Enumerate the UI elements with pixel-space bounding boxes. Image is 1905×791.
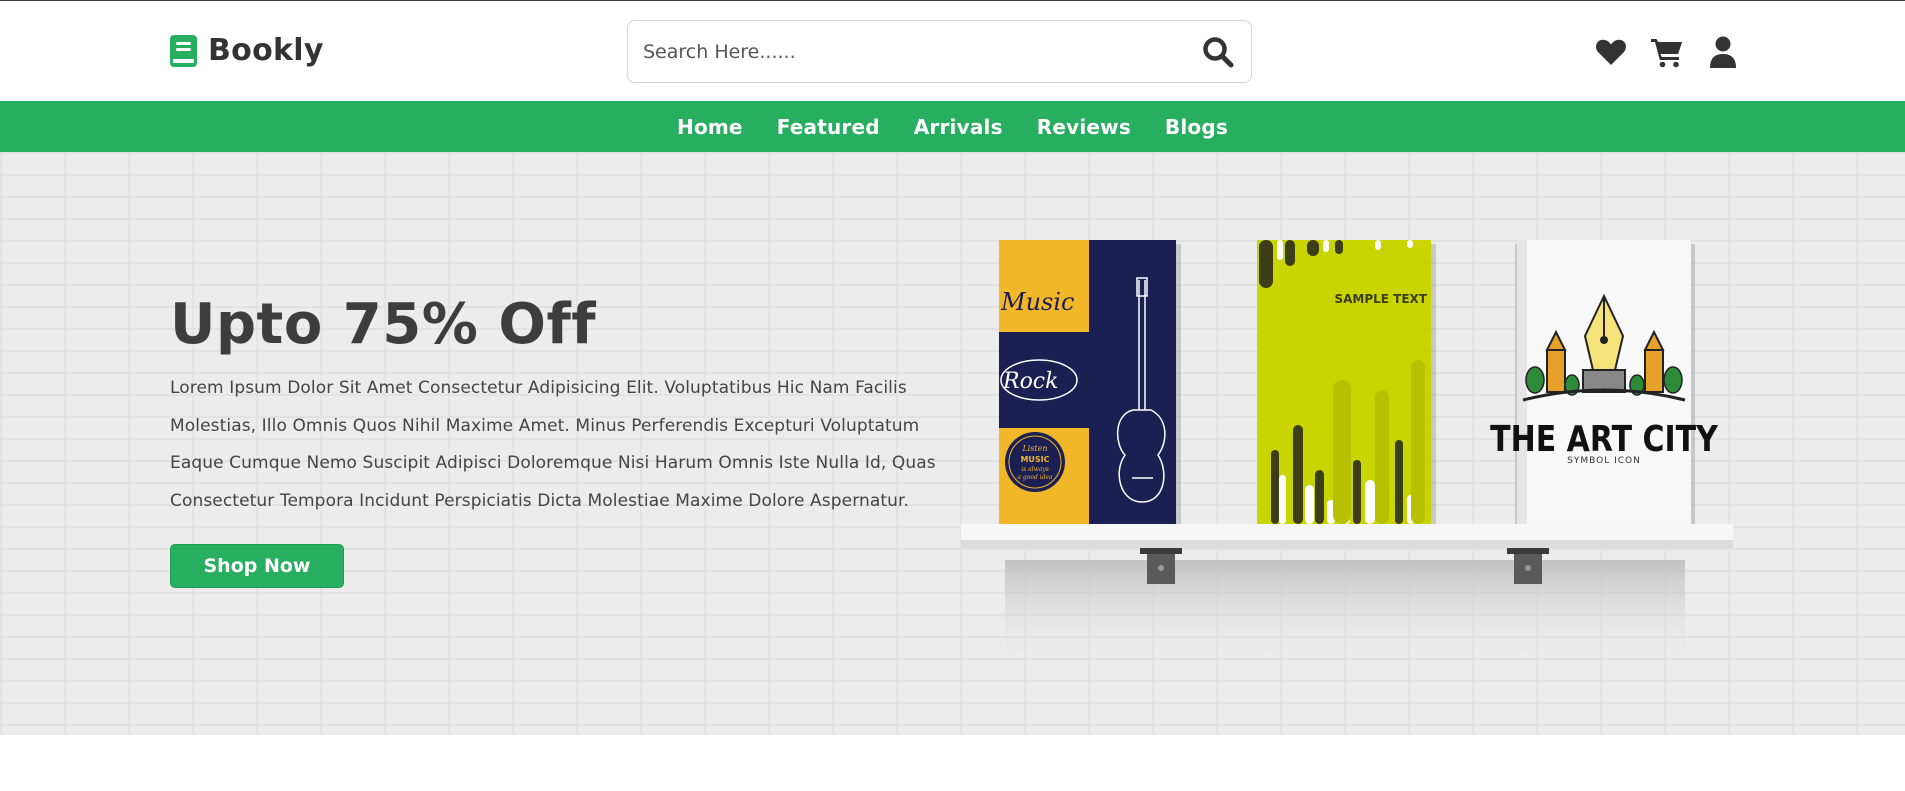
book-artcity-subtitle: SYMBOL ICON xyxy=(1567,456,1641,466)
book-music-title: Music xyxy=(1000,288,1074,316)
main-nav: Home Featured Arrivals Reviews Blogs xyxy=(0,101,1905,152)
bookshelf-illustration: Music Rock Listen MUSIC is always a good… xyxy=(961,240,1733,660)
heart-icon[interactable] xyxy=(1594,35,1628,69)
book-artcity-cover[interactable]: THE ART CITY SYMBOL ICON xyxy=(1490,240,1719,530)
nav-arrivals[interactable]: Arrivals xyxy=(897,115,1020,139)
cart-icon[interactable] xyxy=(1650,35,1684,69)
nav-home[interactable]: Home xyxy=(660,115,760,139)
hero-section: Upto 75% Off Lorem Ipsum Dolor Sit Amet … xyxy=(0,152,1905,735)
search-icon xyxy=(1203,37,1234,68)
logo-text: Bookly xyxy=(208,33,324,68)
search-input[interactable] xyxy=(643,35,1163,69)
nav-reviews[interactable]: Reviews xyxy=(1020,115,1148,139)
svg-text:MUSIC: MUSIC xyxy=(1020,455,1049,464)
book-icon xyxy=(170,34,197,67)
nav-featured[interactable]: Featured xyxy=(760,115,897,139)
logo[interactable]: Bookly xyxy=(170,33,324,68)
svg-text:a good idea: a good idea xyxy=(1017,474,1053,481)
book-sample-cover[interactable]: SAMPLE TEXT xyxy=(1257,240,1436,530)
page-bottom xyxy=(0,735,1905,791)
book-sample-title: SAMPLE TEXT xyxy=(1334,292,1427,306)
book-artcity-title: THE ART CITY xyxy=(1490,418,1719,460)
nav-blogs[interactable]: Blogs xyxy=(1148,115,1245,139)
search-box xyxy=(627,20,1252,83)
header-icons xyxy=(1594,35,1740,69)
book-music-cover[interactable]: Music Rock Listen MUSIC is always a good… xyxy=(999,240,1181,530)
book-rock-title: Rock xyxy=(1002,369,1058,394)
svg-text:is always: is always xyxy=(1021,466,1049,473)
shop-now-button[interactable]: Shop Now xyxy=(170,544,344,588)
user-icon[interactable] xyxy=(1706,35,1740,69)
svg-text:Listen: Listen xyxy=(1021,444,1047,453)
hero-description: Lorem Ipsum Dolor Sit Amet Consectetur A… xyxy=(170,378,936,511)
site-header: Bookly xyxy=(0,1,1905,101)
hero-title: Upto 75% Off xyxy=(170,292,597,357)
search-button[interactable] xyxy=(1201,35,1235,69)
